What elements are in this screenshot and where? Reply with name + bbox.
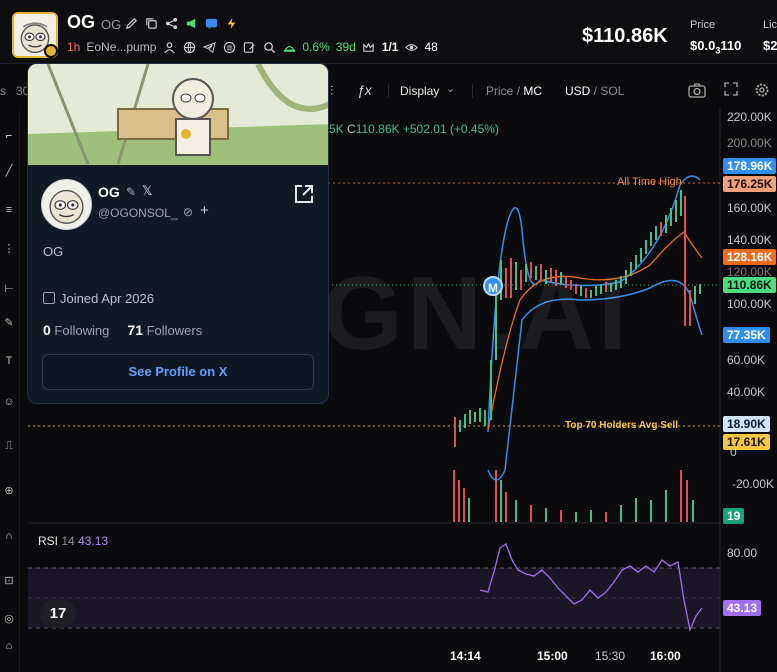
y-tick: 220.00K [727,110,772,124]
chart-watermark: GN.AI [322,256,631,372]
profile-bio: OG [43,244,64,259]
liquidity-value: $2 [763,38,777,53]
token-actions [124,16,238,30]
volume-bars [453,470,694,522]
ohlc-readout: 5K C110.86K +502.01 (+0.45%) [329,122,499,136]
y-tick: -20.00K [732,477,775,491]
y-tick: 60.00K [727,353,766,367]
y-tick: 100.00K [727,297,772,311]
price-value: $0.03110 [690,38,742,56]
x-tick: 16:00 [650,649,681,663]
profile-joined: Joined Apr 2026 [43,291,154,306]
camera-icon[interactable] [688,82,706,101]
chat-icon[interactable] [204,16,218,30]
tradingview-logo[interactable]: 17 [40,600,76,628]
user-icon[interactable] [162,40,176,54]
profile-handle: @OGONSOL_ [98,206,178,220]
edit-list-icon[interactable] [242,40,256,54]
expand-icon[interactable] [724,82,738,99]
display-dropdown[interactable]: Display [400,84,439,98]
x-tick: 15:00 [537,649,568,663]
external-link-icon[interactable] [292,182,316,206]
indicators-fx-icon[interactable]: ƒx [357,82,372,98]
toolbar-divider [388,84,389,98]
profile-banner [28,64,328,165]
y-tick: 140.00K [727,233,772,247]
share-icon[interactable] [164,16,178,30]
price-tag-avg-sell: 17.61K [723,434,770,450]
profile-avatar[interactable] [41,179,92,230]
price-tag-bb-upper: 178.96K [723,158,777,174]
see-profile-button[interactable]: See Profile on X [42,354,314,390]
x-tick: 14:14 [450,649,481,663]
token-header: OG OG 1h EoNe...pump 0.6% 39d 1/1 48 $11… [0,0,777,64]
y-tick: 40.00K [727,385,766,399]
price-tag-bb-lower: 77.35K [723,327,770,343]
megaphone-icon[interactable] [184,16,198,30]
market-cap-value: $110.86K [582,25,668,47]
price-tag-ath: 176.25K [723,176,777,192]
hat-icon [282,40,296,54]
token-meta-row: 1h EoNe...pump 0.6% 39d 1/1 48 [67,40,438,54]
candle-type-icon[interactable]: ⫶ [330,83,333,99]
token-name: OG [67,12,96,32]
holders-ratio: 1/1 [381,40,399,54]
x-logo-icon[interactable]: 𝕏 [142,183,152,199]
lightning-icon[interactable] [224,16,238,30]
crown-icon [362,40,376,54]
toolbar-divider [472,84,473,98]
rsi-value-tag: 43.13 [723,600,762,616]
ath-label: All Time High [617,176,682,188]
edit-icon[interactable]: ✎ [126,185,136,199]
calendar-icon [43,292,55,304]
edit-icon[interactable] [124,16,138,30]
volume-tag: 19 [723,508,745,524]
liquidity-label: Lic [763,19,777,31]
rsi-tick: 80.00 [727,546,758,560]
telegram-icon[interactable] [202,40,216,54]
token-age: 1h [67,40,81,54]
profile-name: OG [98,184,120,200]
token-symbol: OG [101,17,122,32]
copy-icon[interactable] [144,16,158,30]
price-label: Price [690,19,716,31]
price-tag-top-holders: 18.90K [723,416,770,432]
holder-change-days: 39d [335,40,356,54]
price-mc-toggle[interactable]: Price / MC [486,84,542,98]
x-tick: 15:30 [595,649,626,663]
settings-gear-icon[interactable] [754,82,770,101]
view-count: 48 [424,40,438,54]
plus-icon[interactable]: + [200,202,209,219]
migration-marker[interactable]: M [483,276,503,296]
chevron-down-icon[interactable]: ⌄ [446,82,455,95]
at-sign-icon: ⊘ [183,205,194,219]
price-tag-current: 110.86K [723,277,776,293]
y-tick: 160.00K [727,201,772,215]
usd-sol-toggle[interactable]: USD / SOL [565,84,624,98]
verified-badge-icon [44,44,58,58]
price-tag-ma: 128.16K [723,249,777,265]
eye-icon [404,40,418,54]
top-holders-label: Top 70 Holders Avg Sell [565,420,678,431]
timeframe-partial[interactable]: s [0,84,6,98]
profile-popover: OG ✎ 𝕏 @OGONSOL_ ⊘ + OG Joined Apr 2026 … [27,63,329,404]
profile-stats: 0 Following 71 Followers [43,322,203,338]
search-icon[interactable] [262,40,276,54]
y-tick: 200.00K [727,136,772,150]
globe-icon[interactable] [182,40,196,54]
list-icon[interactable] [222,40,236,54]
rsi-legend: RSI 14 43.13 [38,534,109,548]
holder-change-pct: 0.6% [302,40,330,54]
token-source[interactable]: EoNe...pump [86,40,156,54]
